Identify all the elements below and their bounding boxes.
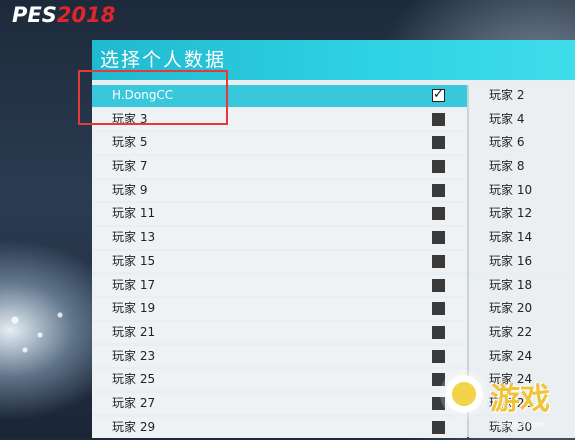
player-row[interactable]: 玩家 22: [469, 321, 575, 344]
player-row[interactable]: 玩家 23: [92, 345, 467, 368]
check-icon: ✓: [433, 87, 444, 102]
player-row[interactable]: 玩家 13: [92, 227, 467, 249]
watermark-url: 9game.com: [496, 420, 544, 429]
player-name: 玩家 21: [112, 324, 156, 339]
player-row[interactable]: 玩家 11: [92, 203, 467, 225]
annotation-highlight-box: [78, 70, 228, 125]
player-row[interactable]: 玩家 9: [92, 179, 467, 202]
watermark-text: 游戏: [490, 382, 550, 417]
player-name: 玩家 11: [112, 206, 156, 221]
player-row[interactable]: 玩家 10: [469, 179, 575, 202]
player-row[interactable]: 玩家 24: [469, 345, 575, 368]
player-name: 玩家 6: [489, 135, 525, 150]
player-row[interactable]: 玩家 8: [469, 156, 575, 178]
player-row[interactable]: 玩家 29: [92, 416, 467, 439]
player-name: 玩家 13: [112, 230, 156, 245]
player-row[interactable]: 玩家 20: [469, 298, 575, 320]
player-name: 玩家 2: [489, 88, 525, 102]
player-name: 玩家 20: [489, 301, 533, 316]
checkbox-checked[interactable]: ✓: [432, 87, 445, 102]
player-name: 玩家 7: [112, 159, 148, 174]
watermark-logo-icon: [440, 370, 488, 418]
player-row[interactable]: 玩家 6: [469, 132, 575, 154]
player-name: 玩家 12: [489, 206, 533, 221]
player-name: 玩家 10: [489, 182, 533, 197]
checkbox[interactable]: [432, 160, 445, 174]
player-name: 玩家 4: [489, 111, 525, 126]
player-row[interactable]: 玩家 16: [469, 250, 575, 273]
player-row[interactable]: 玩家 4: [469, 108, 575, 131]
player-row[interactable]: 玩家 14: [469, 227, 575, 249]
player-name: 玩家 9: [112, 182, 148, 197]
player-row[interactable]: 玩家 19: [92, 298, 467, 320]
checkbox[interactable]: [432, 302, 445, 316]
player-row[interactable]: 玩家 17: [92, 274, 467, 296]
checkbox[interactable]: [432, 183, 445, 197]
player-name: 玩家 19: [112, 301, 156, 316]
player-name: 玩家 24: [489, 348, 533, 363]
player-row[interactable]: 玩家 27: [92, 392, 467, 415]
checkbox[interactable]: [432, 136, 445, 150]
stadium-light-decoration: [0, 290, 95, 370]
player-name: 玩家 27: [112, 395, 156, 410]
left-player-list: H.DongCC ✓ 玩家 3 玩家 5 玩家 7 玩家 9 玩家 11 玩家 13 玩家 15…: [92, 85, 467, 440]
checkbox[interactable]: [432, 254, 445, 268]
player-row[interactable]: 玩家 2: [469, 85, 575, 107]
player-row[interactable]: 玩家 18: [469, 274, 575, 296]
player-row[interactable]: 玩家 21: [92, 321, 467, 344]
checkbox[interactable]: [432, 207, 445, 221]
checkbox[interactable]: [432, 231, 445, 245]
player-name: 玩家 14: [489, 230, 533, 245]
player-row[interactable]: 玩家 5: [92, 132, 467, 154]
pes-logo: PES2018: [12, 3, 116, 27]
checkbox[interactable]: [432, 349, 445, 363]
watermark: 游戏 9game.com: [432, 370, 575, 437]
player-row[interactable]: 玩家 7: [92, 156, 467, 178]
player-name: 玩家 18: [489, 277, 533, 292]
player-name: 玩家 23: [112, 348, 156, 363]
player-name: 玩家 29: [112, 419, 156, 434]
checkbox[interactable]: [432, 112, 445, 126]
player-row[interactable]: 玩家 12: [469, 203, 575, 225]
player-name: 玩家 25: [112, 372, 156, 387]
player-row[interactable]: 玩家 25: [92, 369, 467, 391]
player-name: 玩家 8: [489, 159, 525, 174]
checkbox[interactable]: [432, 325, 445, 339]
player-name: 玩家 17: [112, 277, 156, 292]
player-name: 玩家 15: [112, 253, 156, 268]
player-name: 玩家 5: [112, 135, 148, 150]
player-name: 玩家 22: [489, 324, 533, 339]
player-name: 玩家 16: [489, 253, 533, 268]
checkbox[interactable]: [432, 278, 445, 292]
player-row[interactable]: 玩家 15: [92, 250, 467, 273]
